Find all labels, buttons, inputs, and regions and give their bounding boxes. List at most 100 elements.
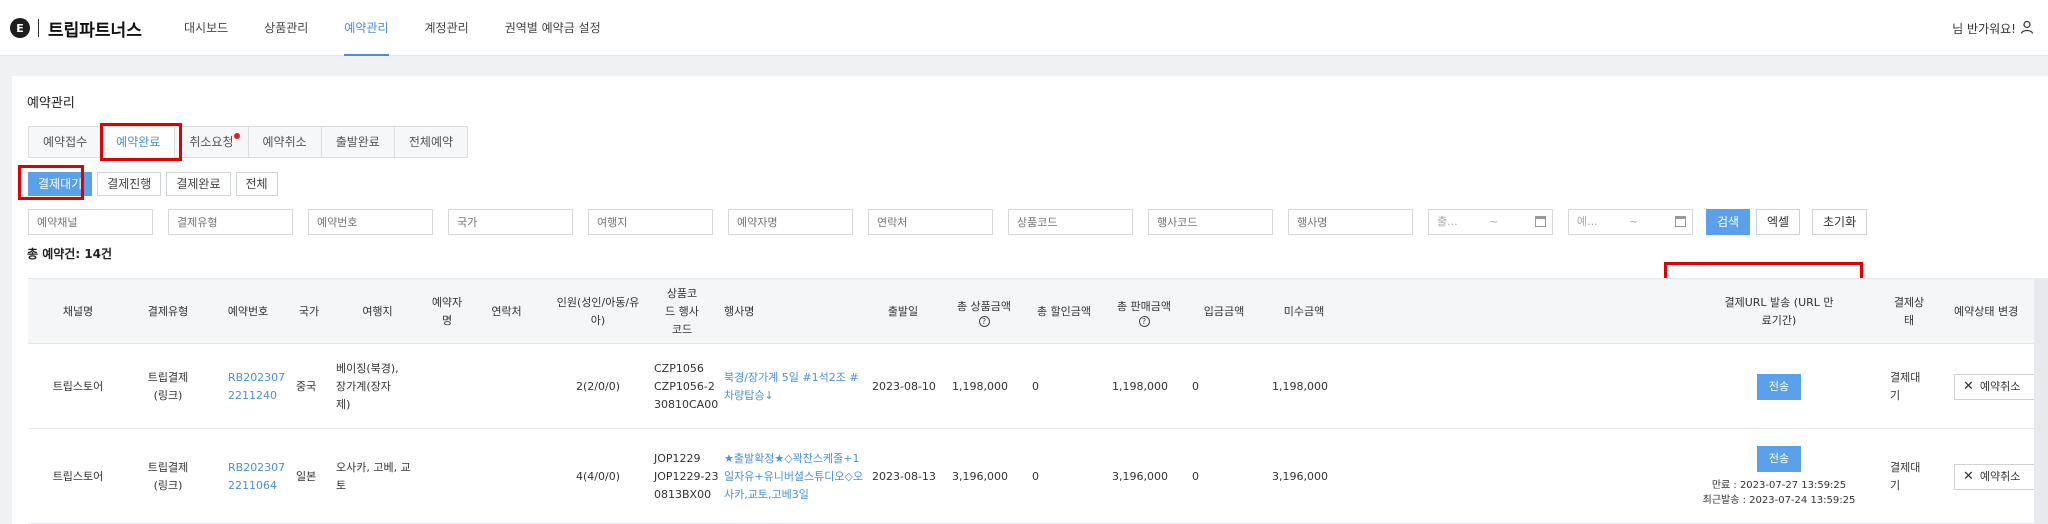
- table-header: 채널명 결제유형 예약번호 국가 여행지 예약자명 연락처 인원(성인/아동/유…: [28, 278, 2048, 344]
- reservation-number-link[interactable]: RB2023072211240: [228, 344, 288, 429]
- tab-completed[interactable]: 예약완료: [101, 126, 175, 158]
- col-total-product-label: 총 상품금액: [956, 299, 1012, 313]
- nav-products[interactable]: 상품관리: [246, 0, 326, 56]
- col-booker: 예약자명: [431, 296, 463, 327]
- cell-unpaid: 1,198,000: [1272, 379, 1328, 393]
- tab-received[interactable]: 예약접수: [28, 126, 102, 158]
- reservation-number-link[interactable]: RB2023072211064: [228, 429, 288, 524]
- cell-channel: 트립스토어: [52, 469, 104, 483]
- col-departure: 출발일: [887, 305, 919, 318]
- filter-event-name-input[interactable]: [1288, 209, 1413, 235]
- main-nav: 대시보드 상품관리 예약관리 계정관리 권역별 예약금 설정: [166, 0, 619, 56]
- cell-codes: CZP1056 CZP1056-230810CA00: [654, 344, 720, 429]
- user-icon[interactable]: [2020, 20, 2034, 34]
- cell-destination: 베이징(북경), 장가계(장자제): [336, 361, 399, 411]
- subtab-payment-complete[interactable]: 결제완료: [166, 172, 231, 196]
- filter-product-code-input[interactable]: [1008, 209, 1133, 235]
- nav-reservations[interactable]: 예약관리: [326, 0, 406, 56]
- col-url-send: 결제URL 발송 (URL 만료기간): [1724, 296, 1834, 327]
- send-url-button[interactable]: 전송: [1757, 445, 1801, 472]
- cell-pay-status: 결제대기: [1890, 370, 1921, 402]
- filter-destination-input[interactable]: [588, 209, 713, 235]
- logo-badge[interactable]: E: [10, 18, 30, 38]
- col-country: 국가: [298, 305, 320, 318]
- cell-url-send: 전송: [1684, 344, 1874, 429]
- filter-event-code-input[interactable]: [1148, 209, 1273, 235]
- url-send-info: 만료 : 2023-07-27 13:59:25 최근발송 : 2023-07-…: [1703, 478, 1856, 508]
- col-total-discount: 총 할인금액: [1036, 305, 1092, 318]
- nav-dashboard[interactable]: 대시보드: [166, 0, 246, 56]
- filter-reservation-no-input[interactable]: [308, 209, 433, 235]
- date-from-placeholder: 출...: [1437, 215, 1458, 228]
- send-url-button[interactable]: 전송: [1757, 373, 1801, 400]
- top-header: E 트립파트너스 대시보드 상품관리 예약관리 계정관리 권역별 예약금 설정 …: [0, 0, 2048, 56]
- close-icon: ✕: [1963, 468, 1974, 484]
- event-code: CZP1056-230810CA00: [654, 379, 719, 411]
- table-scrollbar[interactable]: [2034, 278, 2048, 524]
- cell-unpaid: 3,196,000: [1272, 469, 1328, 483]
- nav-accounts[interactable]: 계정관리: [407, 0, 487, 56]
- cell-pay-status: 결제대기: [1890, 460, 1921, 492]
- cell-destination: 오사카, 고베, 교토: [336, 460, 411, 492]
- url-last-sent: 최근발송 : 2023-07-24 13:59:25: [1702, 494, 1856, 506]
- help-icon[interactable]: ?: [978, 315, 990, 327]
- help-icon[interactable]: ?: [1138, 315, 1150, 327]
- cell-booker: [425, 429, 469, 524]
- tab-all-reservations[interactable]: 전체예약: [393, 126, 469, 158]
- table-row[interactable]: 트립스토어 트립결제(링크) RB2023072211240 중국 베이징(북경…: [28, 344, 2048, 429]
- tab-cancel-request-label: 취소요청: [189, 135, 234, 149]
- cell-url-send: 전송 만료 : 2023-07-27 13:59:25 최근발송 : 2023-…: [1684, 429, 1874, 524]
- filter-date-from[interactable]: 출... ~: [1428, 209, 1553, 235]
- cell-contact: [469, 429, 544, 524]
- col-unpaid: 미수금액: [1283, 305, 1325, 318]
- filter-channel-input[interactable]: [28, 209, 153, 235]
- logo-divider: [38, 19, 39, 37]
- date-range-separator: ~: [1629, 215, 1639, 228]
- cell-total-discount: 0: [1032, 469, 1039, 483]
- reservation-table: 채널명 결제유형 예약번호 국가 여행지 예약자명 연락처 인원(성인/아동/유…: [28, 278, 2048, 524]
- cell-contact: [469, 344, 544, 429]
- cell-total-product: 3,196,000: [952, 469, 1008, 483]
- col-destination: 여행지: [362, 305, 393, 318]
- search-button[interactable]: 검색: [1706, 209, 1751, 235]
- cell-pay-type: 트립결제(링크): [147, 370, 189, 402]
- tab-departed[interactable]: 출발완료: [320, 126, 394, 158]
- filter-country-input[interactable]: [448, 209, 573, 235]
- table-row[interactable]: 트립스토어 트립결제(링크) RB2023072211064 일본 오사카, 고…: [28, 429, 2048, 524]
- col-event-name: 행사명: [724, 305, 755, 318]
- product-code: CZP1056: [654, 361, 704, 375]
- subtab-payment-all[interactable]: 전체: [235, 172, 278, 196]
- cell-deposit: 0: [1192, 379, 1199, 393]
- subtab-payment-in-progress[interactable]: 결제진행: [97, 172, 162, 196]
- excel-button[interactable]: 엑셀: [1756, 209, 1801, 235]
- cell-total-product: 1,198,000: [952, 379, 1008, 393]
- tab-cancel-request[interactable]: 취소요청: [174, 126, 248, 158]
- filter-booker-input[interactable]: [728, 209, 853, 235]
- url-expiry: 만료 : 2023-07-27 13:59:25: [1711, 479, 1847, 491]
- event-code: JOP1229-230813BX00: [654, 469, 719, 501]
- col-reservation-no: 예약번호: [227, 305, 269, 318]
- reset-button[interactable]: 초기화: [1812, 209, 1868, 235]
- calendar-icon[interactable]: [1675, 216, 1686, 227]
- subtab-payment-pending[interactable]: 결제대기: [28, 172, 93, 196]
- nav-deposit-settings[interactable]: 권역별 예약금 설정: [487, 0, 619, 56]
- logo-text[interactable]: 트립파트너스: [48, 16, 142, 41]
- event-name-link[interactable]: ★출발확정★◇꽉찬스케줄+1일자유+유니버셜스튜디오◇오사카,교토,고베3일: [724, 429, 864, 524]
- filter-pay-type-input[interactable]: [168, 209, 293, 235]
- greeting-text: 님 반가워요!: [1952, 22, 2016, 36]
- col-total-product: 총 상품금액?: [944, 279, 1024, 345]
- filter-contact-input[interactable]: [868, 209, 993, 235]
- cancel-label: 예약취소: [1979, 469, 2021, 483]
- cell-departure: 2023-08-13: [872, 469, 936, 483]
- calendar-icon[interactable]: [1535, 216, 1546, 227]
- cell-people: 4(4/0/0): [576, 469, 620, 483]
- tab-cancelled[interactable]: 예약취소: [247, 126, 321, 158]
- date-to-placeholder: 예...: [1577, 215, 1598, 228]
- filter-date-to[interactable]: 예... ~: [1568, 209, 1693, 235]
- event-name-link[interactable]: 북경/장가계 5일 #1석2조 #차량탑승↓: [724, 344, 864, 429]
- cell-country: 일본: [296, 469, 317, 483]
- cell-pay-type: 트립결제(링크): [147, 460, 189, 492]
- page-title: 예약관리: [27, 96, 75, 111]
- col-total-sale-label: 총 판매금액: [1116, 299, 1172, 313]
- cell-total-discount: 0: [1032, 379, 1039, 393]
